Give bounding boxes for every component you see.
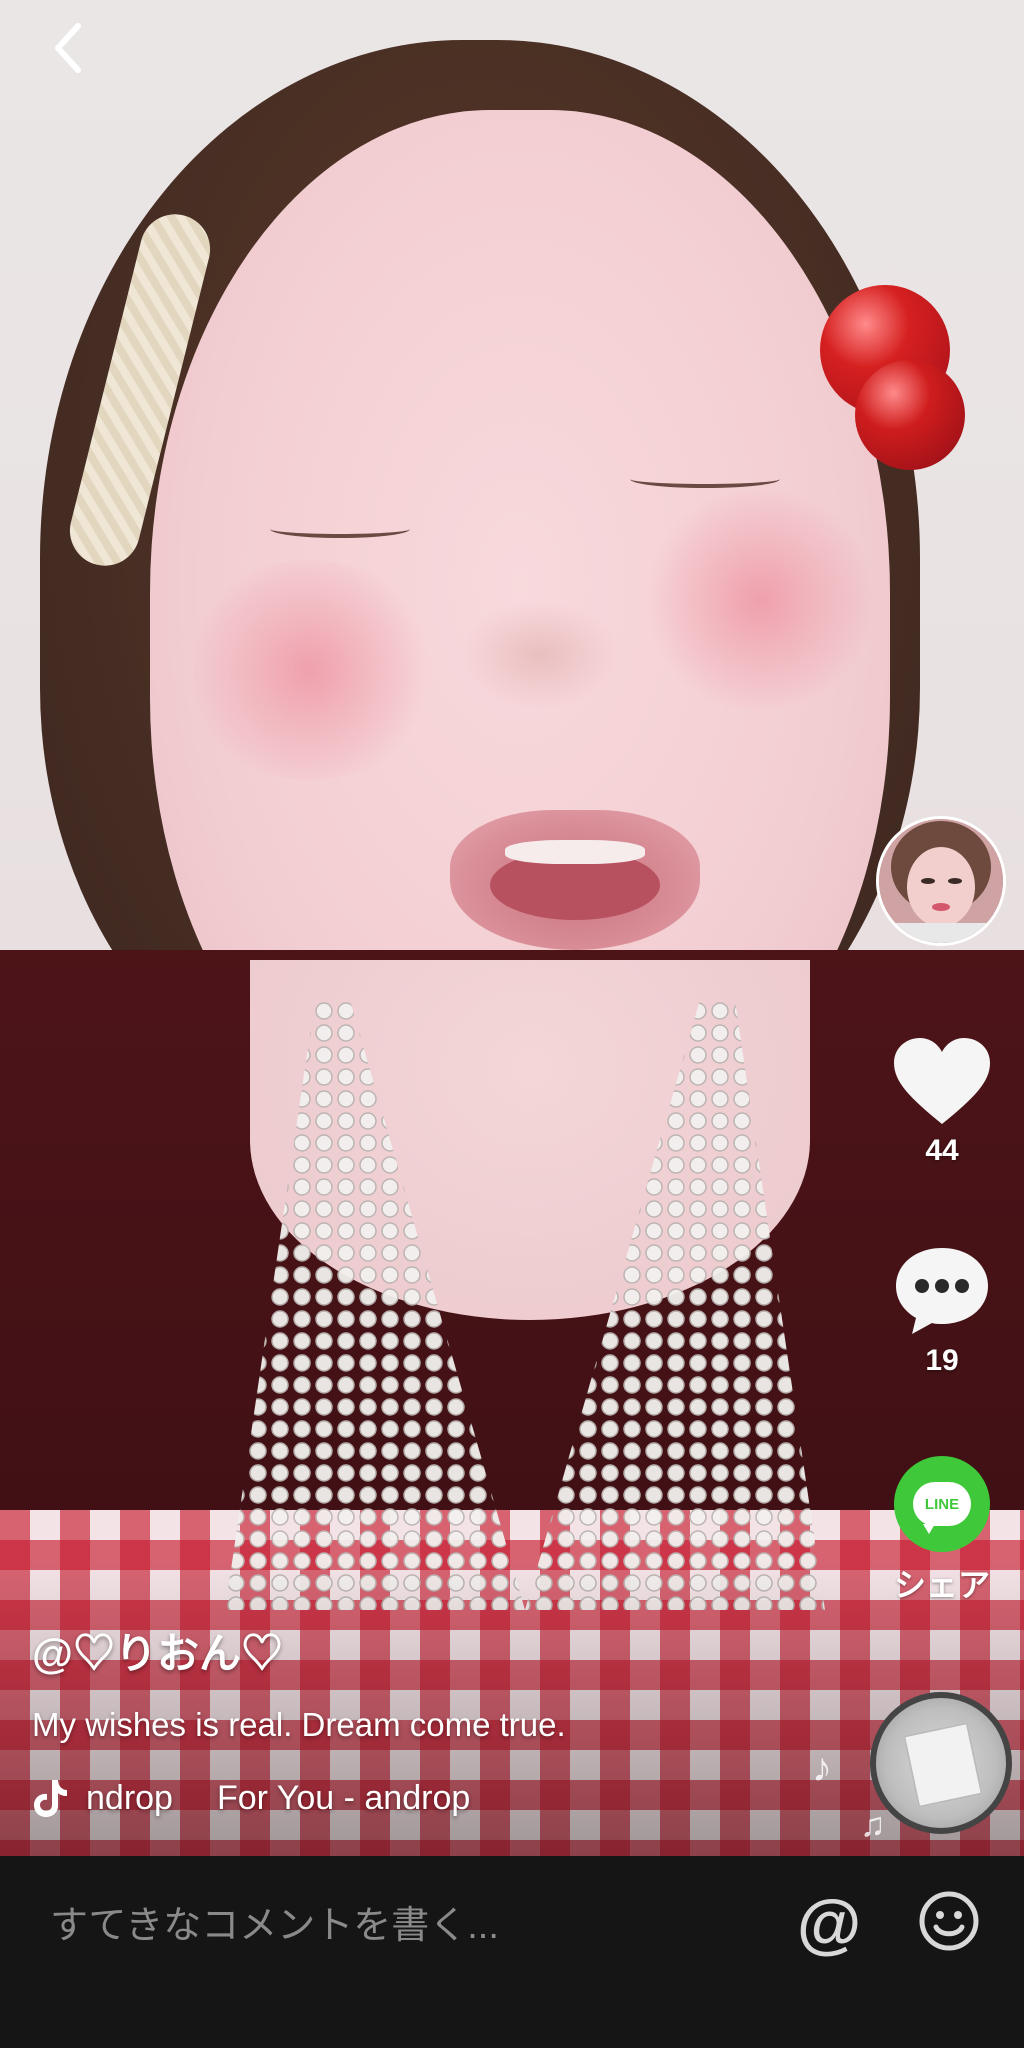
music-disc[interactable] <box>870 1692 1012 1834</box>
music-title-scroll-start: ndrop <box>86 1778 173 1817</box>
at-sign-icon[interactable]: @ <box>794 1888 864 1958</box>
smiley-icon[interactable] <box>918 1890 980 1952</box>
comment-input[interactable] <box>48 1896 772 1956</box>
music-title: For You - androp <box>216 1778 471 1817</box>
cassette-icon <box>903 1721 983 1809</box>
like-button[interactable]: 44 <box>880 1036 1004 1168</box>
floating-note-icon: ♫ <box>860 1806 886 1844</box>
like-count: 44 <box>925 1134 959 1167</box>
video-player[interactable] <box>0 0 1024 1856</box>
video-scene-pearl-necklace <box>225 1000 825 1610</box>
chevron-left-icon[interactable] <box>40 18 100 78</box>
line-icon-text: LINE <box>924 1495 960 1513</box>
share-button[interactable]: LINE シェア <box>880 1456 1004 1606</box>
share-label: シェア <box>893 1567 990 1603</box>
video-screen: 44 19 LINE シェア @♡りおん♡ My wishes is real.… <box>0 0 1024 2048</box>
video-caption: My wishes is real. Dream come true. <box>32 1706 566 1743</box>
floating-note-icon: ♪ <box>812 1746 832 1790</box>
tiktok-note-icon <box>34 1780 67 1817</box>
line-app-icon: LINE <box>894 1456 990 1552</box>
creator-username[interactable]: @♡りおん♡ <box>32 1620 283 1681</box>
comment-count: 19 <box>925 1344 959 1377</box>
heart-icon <box>894 1038 990 1124</box>
speech-bubble-icon <box>896 1248 988 1334</box>
music-info[interactable]: ndrop For You - androp <box>32 1778 470 1818</box>
avatar-image <box>879 819 1003 943</box>
creator-avatar[interactable] <box>876 816 1006 946</box>
comment-button[interactable]: 19 <box>880 1244 1004 1378</box>
